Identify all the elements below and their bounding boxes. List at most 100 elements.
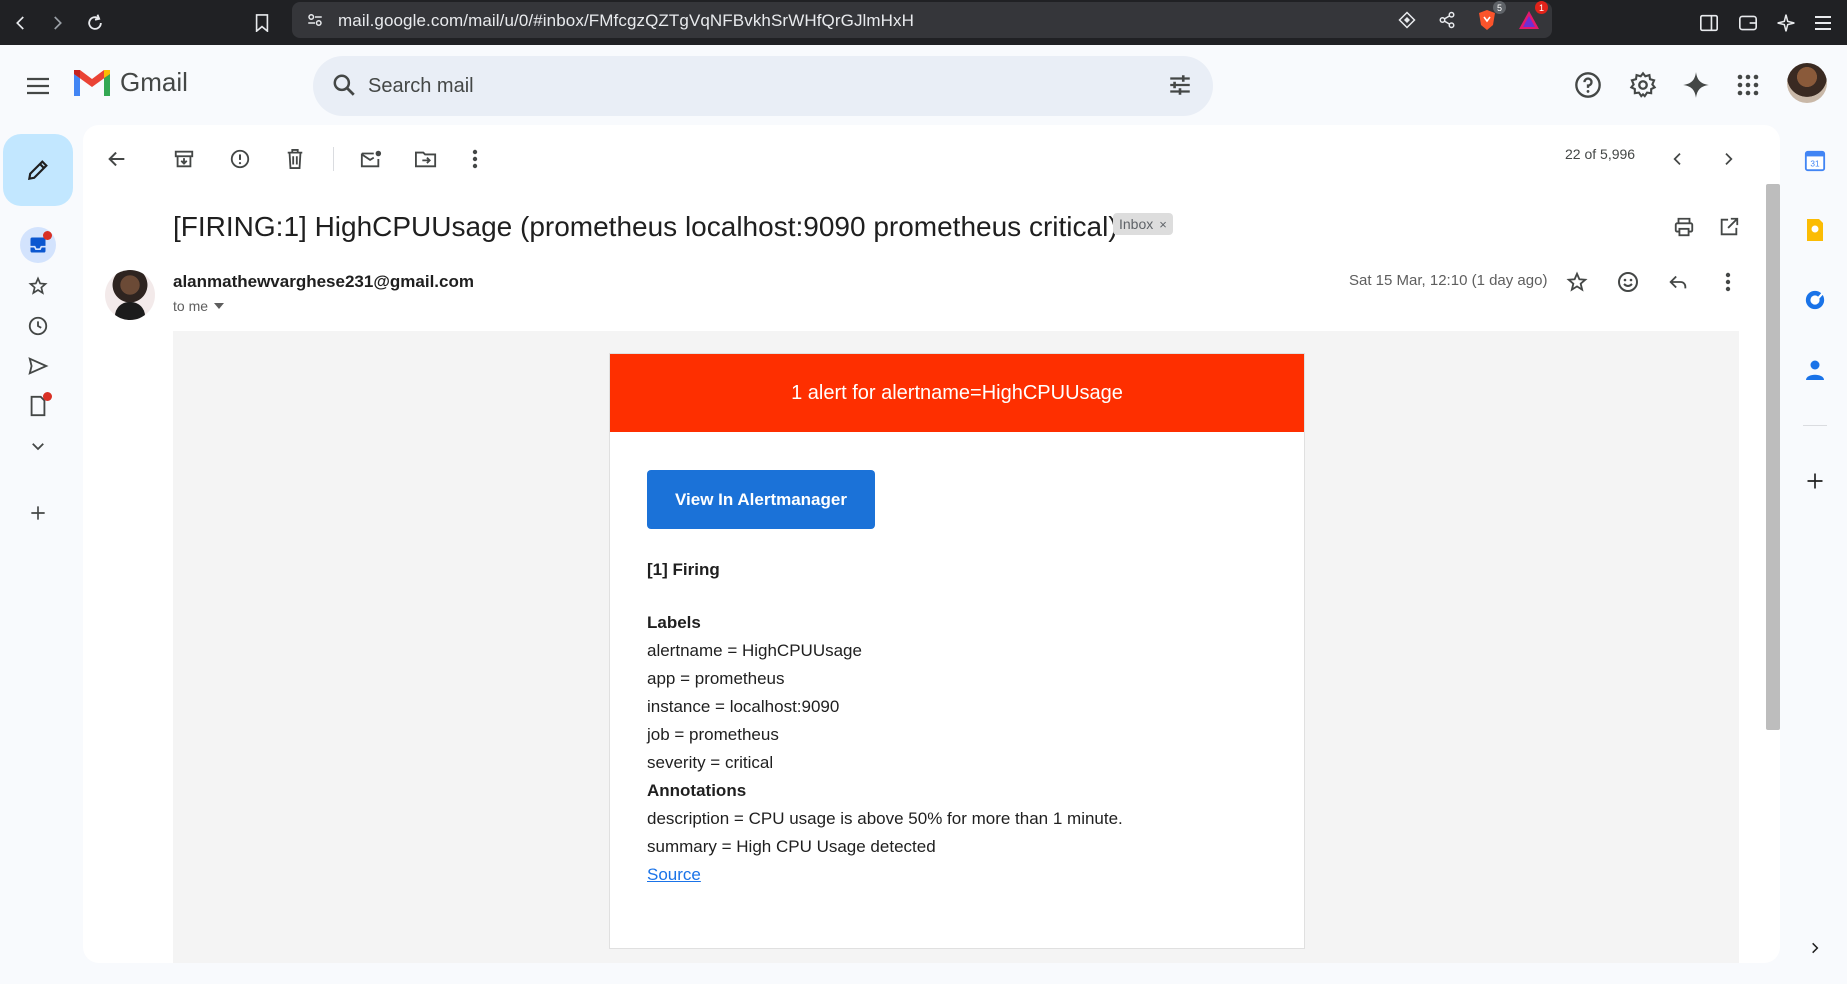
caret-down-icon[interactable] (214, 303, 225, 309)
view-in-alertmanager-button[interactable]: View In Alertmanager (647, 470, 875, 529)
rewards-count-badge: 1 (1535, 1, 1548, 14)
keep-icon[interactable] (1797, 212, 1833, 248)
recipient-text: to me (173, 298, 209, 314)
wallet-icon[interactable] (1733, 8, 1763, 38)
message-panel: 22 of 5,996 [FIRING:1] HighCPUUsage (pro… (83, 125, 1780, 963)
scrollbar[interactable] (1766, 184, 1780, 730)
get-addons-plus-icon[interactable] (1797, 463, 1833, 499)
forward-icon[interactable] (42, 8, 72, 38)
plus-icon (31, 506, 45, 520)
message-more-icon[interactable] (1710, 264, 1746, 300)
source-link[interactable]: Source (647, 865, 701, 885)
recipient-details[interactable]: to me (173, 298, 225, 314)
address-bar[interactable]: mail.google.com/mail/u/0/#inbox/FMfcgzQZ… (292, 1, 1552, 38)
shields-count-badge: 5 (1493, 1, 1506, 14)
svg-text:31: 31 (1810, 160, 1820, 169)
show-side-panel-chevron-icon[interactable] (1797, 930, 1833, 966)
bookmark-icon[interactable] (247, 8, 277, 38)
back-to-inbox-icon[interactable] (99, 141, 135, 177)
newer-message-icon[interactable] (1660, 141, 1696, 177)
inbox-label-text: Inbox (1119, 216, 1154, 232)
mark-unread-icon[interactable] (353, 141, 389, 177)
brave-rewards-icon[interactable]: 1 (1514, 1, 1548, 35)
back-icon[interactable] (6, 8, 36, 38)
search-bar[interactable] (313, 56, 1213, 116)
inbox-unread-dot (43, 231, 52, 240)
alert-header: 1 alert for alertname=HighCPUUsage (610, 354, 1304, 432)
more-options-icon[interactable] (457, 141, 493, 177)
gemini-sparkle-icon[interactable] (1676, 65, 1716, 105)
account-avatar[interactable] (1787, 63, 1827, 103)
older-message-icon[interactable] (1710, 141, 1746, 177)
app-name: Gmail (120, 67, 188, 97)
email-subject: [FIRING:1] HighCPUUsage (prometheus loca… (173, 211, 1118, 242)
apps-grid-icon[interactable] (1728, 65, 1768, 105)
main-menu-icon[interactable] (22, 70, 54, 102)
email-date: Sat 15 Mar, 12:10 (1 day ago) (1349, 272, 1548, 289)
star-message-icon[interactable] (1559, 264, 1595, 300)
toolbar-divider (333, 147, 334, 171)
right-rail-divider (1803, 425, 1827, 426)
label-line: severity = critical (647, 753, 774, 772)
search-input[interactable] (368, 70, 1128, 102)
delete-trash-icon[interactable] (277, 141, 313, 177)
browser-menu-icon[interactable] (1808, 8, 1838, 38)
sender-avatar[interactable] (105, 270, 155, 320)
drafts-unread-dot (43, 392, 52, 401)
star-icon (28, 276, 48, 295)
search-icon[interactable] (331, 72, 357, 103)
print-icon[interactable] (1666, 209, 1702, 245)
search-options-icon[interactable] (1167, 72, 1193, 103)
share-icon[interactable] (1432, 5, 1462, 35)
alert-card: 1 alert for alertname=HighCPUUsage View … (609, 353, 1305, 949)
pencil-icon (27, 160, 48, 181)
sender-email[interactable]: alanmathewvarghese231@gmail.com (173, 272, 474, 292)
site-settings-icon[interactable] (300, 5, 330, 35)
labels-heading: Labels (647, 613, 701, 632)
annotation-line: summary = High CPU Usage detected (647, 837, 936, 856)
firing-count: [1] Firing (647, 560, 720, 579)
sidebar-toggle-icon[interactable] (1694, 8, 1724, 38)
reload-icon[interactable] (80, 8, 110, 38)
annotation-line: description = CPU usage is above 50% for… (647, 809, 1123, 828)
emoji-reaction-icon[interactable] (1610, 264, 1646, 300)
settings-gear-icon[interactable] (1623, 65, 1663, 105)
inbox-label-chip[interactable]: Inbox × (1113, 213, 1173, 235)
brave-shields-icon[interactable]: 5 (1472, 1, 1506, 35)
contacts-icon[interactable] (1797, 352, 1833, 388)
browser-toolbar: mail.google.com/mail/u/0/#inbox/FMfcgzQZ… (0, 0, 1847, 45)
open-new-window-icon[interactable] (1711, 209, 1747, 245)
tasks-icon[interactable] (1797, 282, 1833, 318)
rail-sent[interactable] (20, 348, 56, 384)
rail-snoozed[interactable] (20, 308, 56, 344)
rail-drafts[interactable] (20, 388, 56, 424)
report-spam-icon[interactable] (222, 141, 258, 177)
remove-label-icon[interactable]: × (1159, 217, 1167, 232)
email-body: 1 alert for alertname=HighCPUUsage View … (173, 331, 1739, 963)
rail-create-label[interactable] (20, 495, 56, 531)
label-line: instance = localhost:9090 (647, 697, 840, 716)
compose-button[interactable] (3, 134, 73, 206)
gmail-header: Gmail (0, 45, 1847, 125)
rail-inbox[interactable] (20, 227, 56, 263)
help-icon[interactable] (1568, 65, 1608, 105)
leo-ai-icon[interactable] (1771, 8, 1801, 38)
url-text[interactable]: mail.google.com/mail/u/0/#inbox/FMfcgzQZ… (338, 11, 914, 31)
gmail-m-icon (74, 69, 110, 96)
rail-more[interactable] (20, 428, 56, 464)
chevron-down-icon (32, 443, 44, 451)
label-line: app = prometheus (647, 669, 785, 688)
rail-starred[interactable] (20, 268, 56, 304)
reply-icon[interactable] (1660, 264, 1696, 300)
annotations-heading: Annotations (647, 781, 747, 800)
calendar-icon[interactable]: 31 (1797, 143, 1833, 179)
send-icon (28, 357, 49, 375)
label-line: job = prometheus (647, 725, 779, 744)
label-line: alertname = HighCPUUsage (647, 641, 862, 660)
pagination-count: 22 of 5,996 (1565, 146, 1636, 162)
gmail-logo[interactable]: Gmail (72, 67, 188, 98)
translate-icon[interactable] (1392, 5, 1422, 35)
clock-icon (28, 316, 48, 336)
archive-icon[interactable] (166, 141, 202, 177)
move-to-icon[interactable] (408, 141, 444, 177)
